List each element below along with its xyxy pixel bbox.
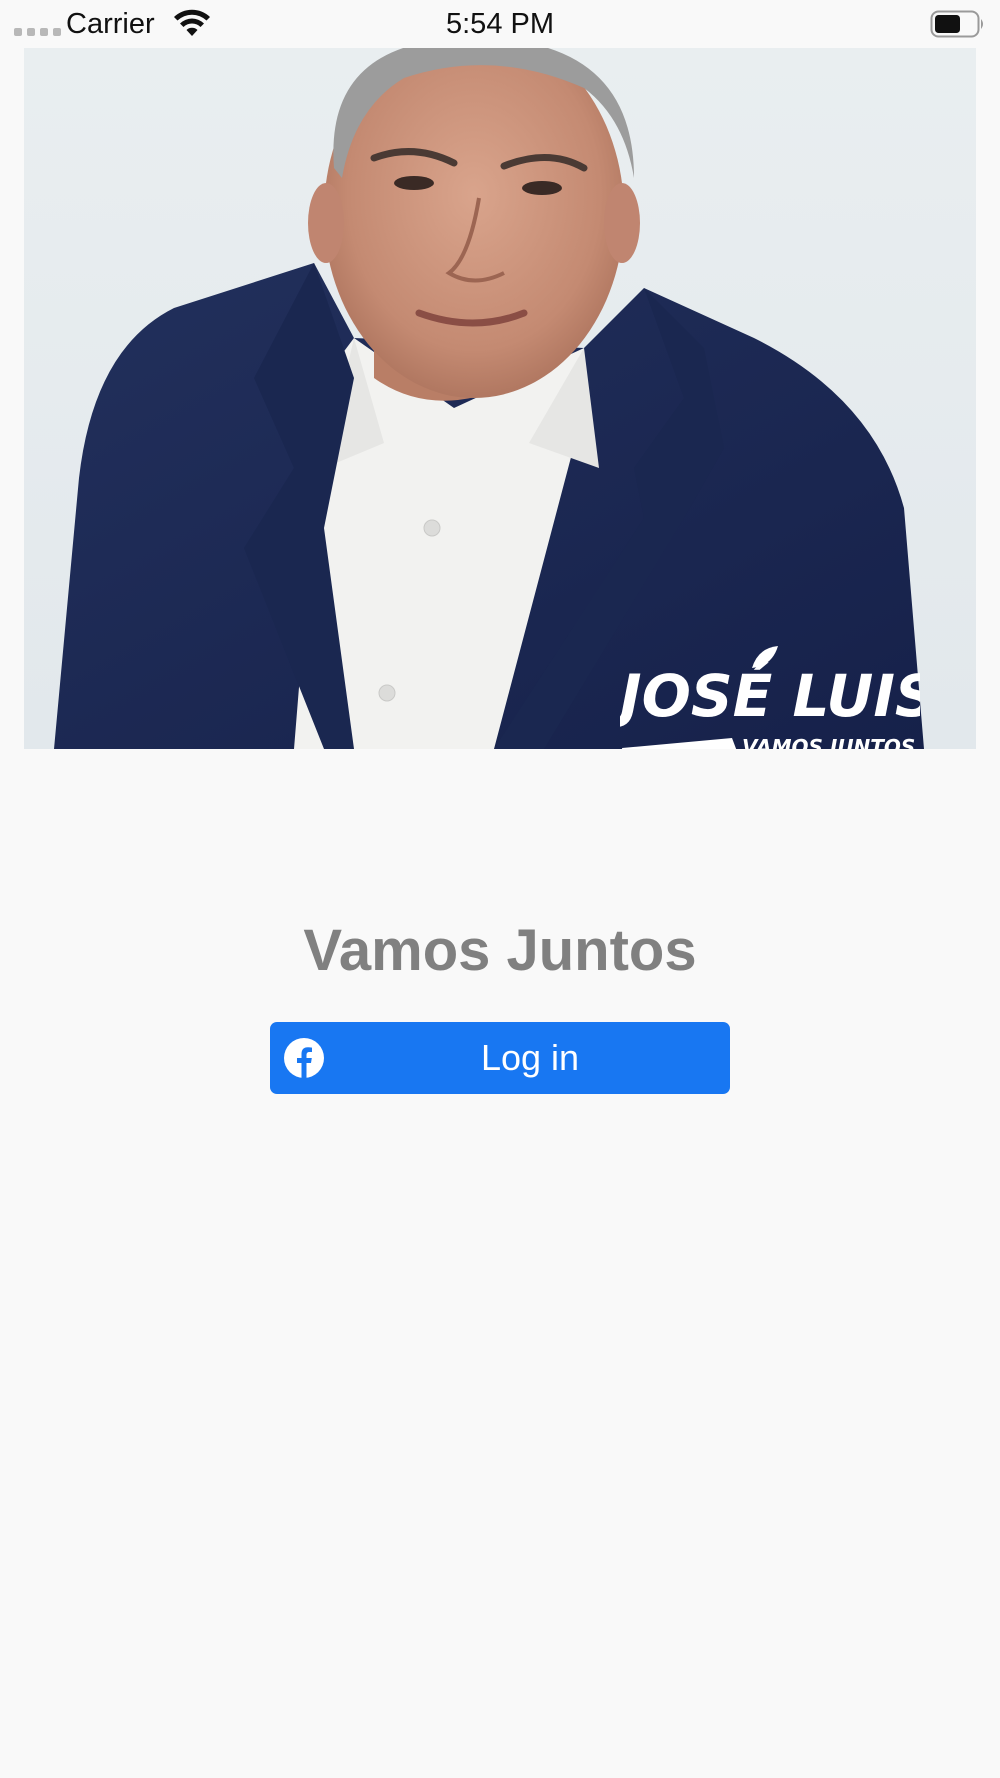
campaign-logo: JOSÉ LUIS VAMOS JUNTOS: [620, 644, 920, 749]
facebook-icon: [284, 1038, 324, 1078]
hero-photo: JOSÉ LUIS VAMOS JUNTOS: [24, 48, 976, 749]
logo-name: JOSÉ LUIS: [620, 661, 920, 730]
status-bar: Carrier 5:54 PM: [0, 0, 1000, 48]
clock: 5:54 PM: [446, 8, 554, 40]
battery-icon: [930, 10, 983, 38]
login-screen: Carrier 5:54 PM JOSÉ LUIS VAMOS JUNTOS V…: [0, 0, 1000, 1778]
page-title: Vamos Juntos: [303, 918, 697, 983]
login-label: Log in: [480, 1037, 580, 1078]
facebook-login-button[interactable]: Log in: [270, 1022, 730, 1094]
logo-tagline: VAMOS JUNTOS: [742, 735, 915, 749]
